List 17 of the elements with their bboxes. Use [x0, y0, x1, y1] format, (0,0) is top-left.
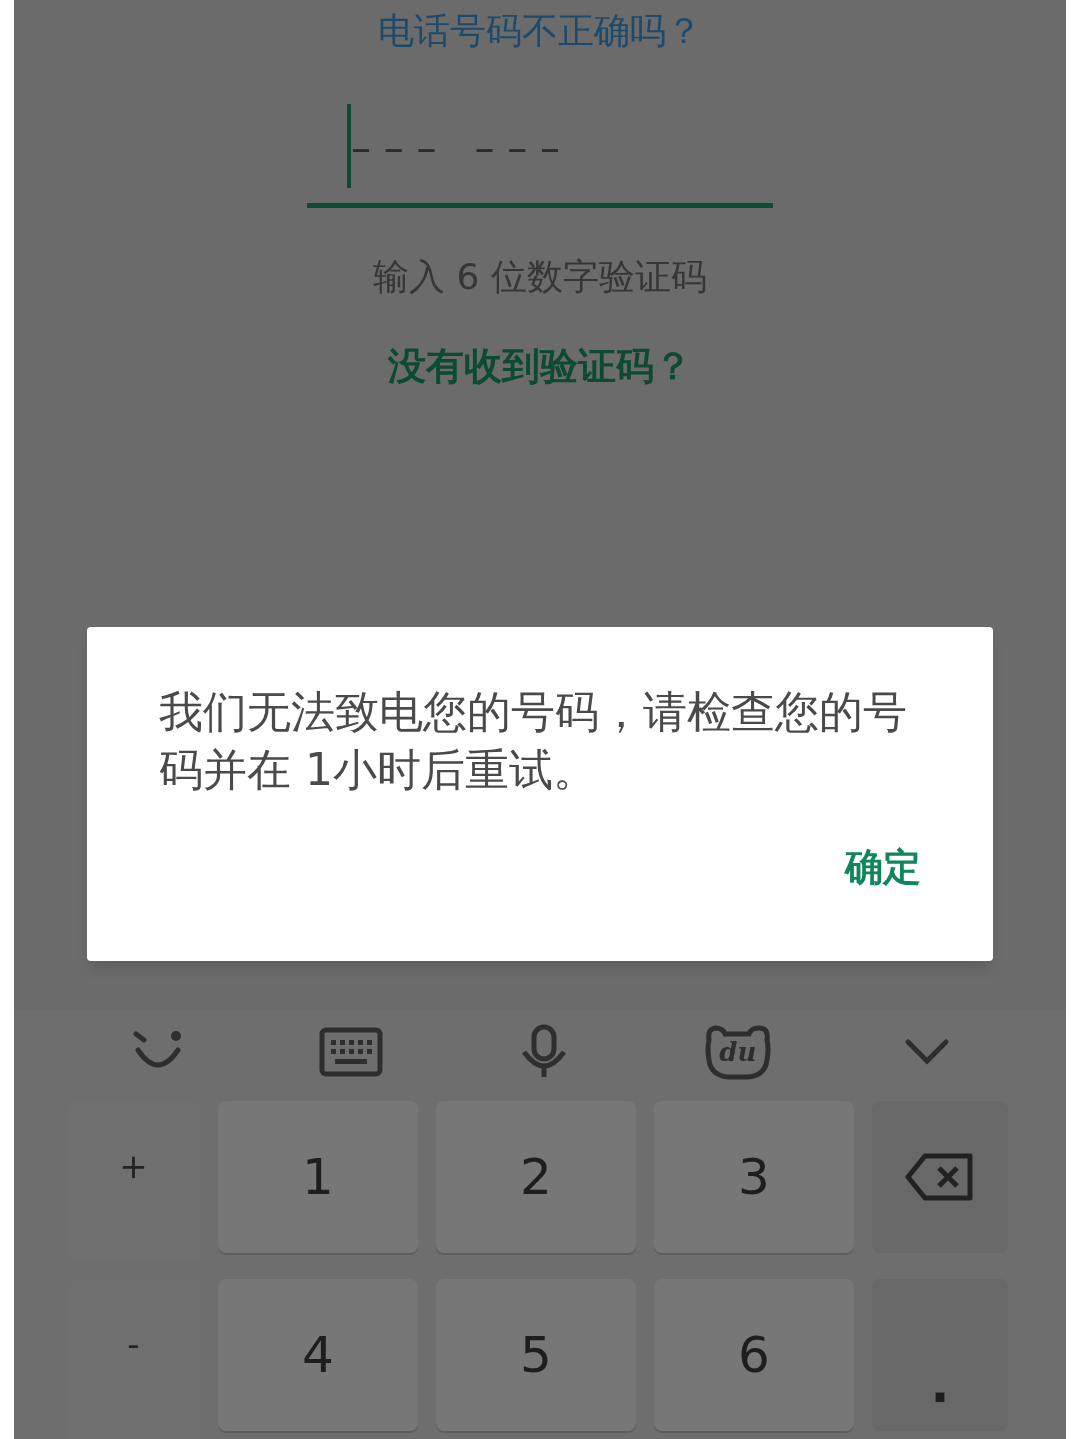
dialog-message: 我们无法致电您的号码，请检查您的号码并在 1小时后重试。: [159, 685, 908, 797]
resend-code-link[interactable]: 没有收到验证码？: [388, 338, 692, 395]
ok-button[interactable]: 确定: [845, 839, 921, 896]
chevron-down-icon[interactable]: [903, 1036, 950, 1067]
backspace-key[interactable]: [872, 1101, 1008, 1253]
digit-key[interactable]: 3: [654, 1101, 854, 1253]
keyboard-icon[interactable]: [319, 1026, 384, 1077]
digit-key[interactable]: 1: [218, 1101, 418, 1253]
code-input-field[interactable]: – – – – – –: [307, 98, 773, 208]
code-placeholder: – – – – – –: [351, 124, 560, 173]
symbol-key[interactable]: .: [872, 1279, 1008, 1431]
backspace-icon: [905, 1153, 975, 1201]
digit-key[interactable]: 6: [654, 1279, 854, 1431]
digit-key[interactable]: 5: [436, 1279, 636, 1431]
digit-key[interactable]: 2: [436, 1101, 636, 1253]
digit-key[interactable]: 4: [218, 1279, 418, 1431]
bear-logo-icon[interactable]: du: [704, 1023, 771, 1080]
